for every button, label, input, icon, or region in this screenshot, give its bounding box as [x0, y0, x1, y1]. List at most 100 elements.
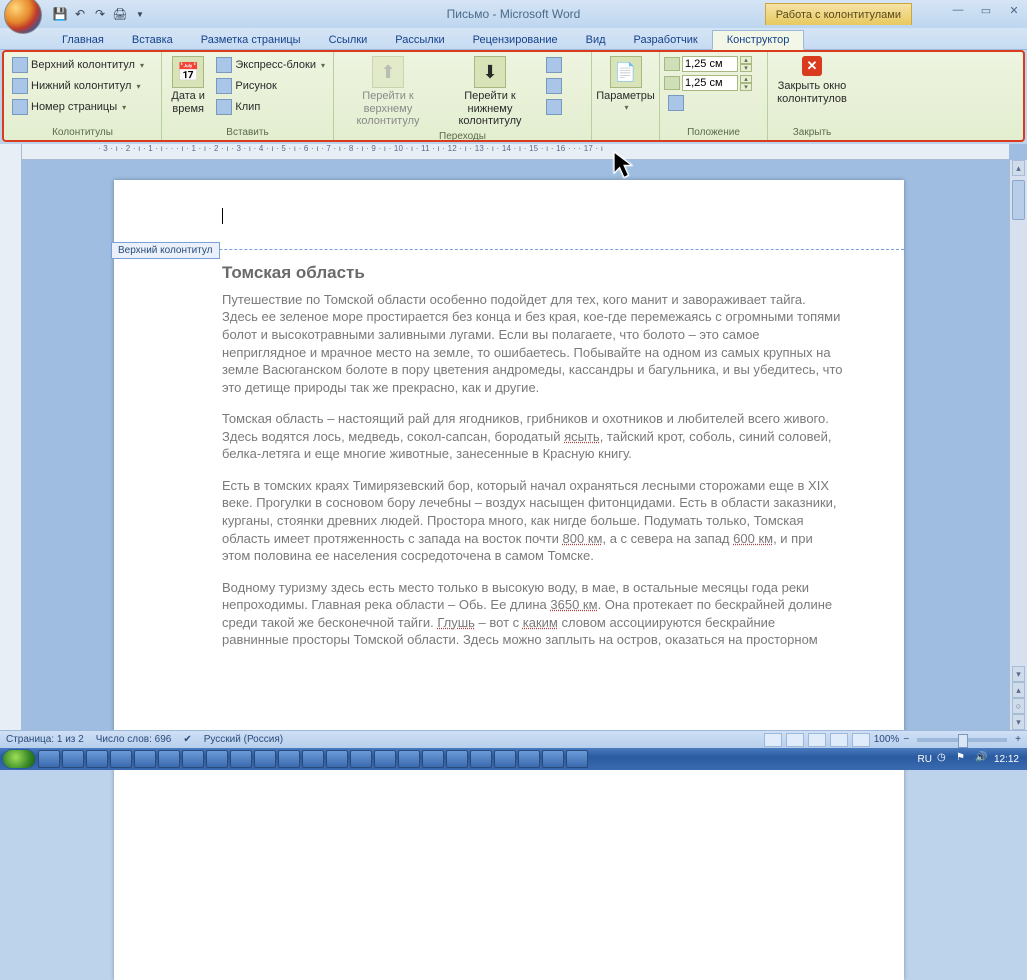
print-icon[interactable]: 🖨 — [112, 6, 128, 22]
quick-access-toolbar: 💾 ↶ ↷ 🖨 ▼ — [52, 6, 148, 22]
prev-section-icon — [546, 57, 562, 73]
spin-up[interactable]: ▴ — [740, 56, 752, 64]
taskbar-item[interactable] — [110, 750, 132, 768]
scroll-thumb[interactable] — [1012, 180, 1025, 220]
goto-header-button[interactable]: ⬆ Перейти к верхнему колонтитулу — [338, 54, 438, 130]
print-layout-view-button[interactable] — [764, 733, 782, 747]
header-from-top-input[interactable] — [682, 56, 738, 72]
vertical-scrollbar[interactable]: ▴ ▾ ▴ ○ ▾ — [1009, 160, 1027, 730]
taskbar-item[interactable] — [38, 750, 60, 768]
options-button[interactable]: 📄 Параметры ▾ — [596, 54, 656, 114]
taskbar-item[interactable] — [86, 750, 108, 768]
taskbar-item[interactable] — [182, 750, 204, 768]
title-bar: 💾 ↶ ↷ 🖨 ▼ Письмо - Microsoft Word Работа… — [0, 0, 1027, 28]
taskbar-item[interactable] — [494, 750, 516, 768]
datetime-button[interactable]: 📅 Дата и время — [166, 54, 210, 117]
tab-view[interactable]: Вид — [572, 31, 620, 49]
outline-view-button[interactable] — [830, 733, 848, 747]
draft-view-button[interactable] — [852, 733, 870, 747]
tab-design[interactable]: Конструктор — [712, 30, 805, 50]
taskbar-item[interactable] — [518, 750, 540, 768]
language-status[interactable]: Русский (Россия) — [204, 734, 283, 745]
undo-icon[interactable]: ↶ — [72, 6, 88, 22]
spin-down[interactable]: ▾ — [740, 64, 752, 72]
zoom-level[interactable]: 100% — [874, 734, 900, 745]
browse-object-icon[interactable]: ○ — [1012, 698, 1025, 714]
taskbar-item[interactable] — [542, 750, 564, 768]
taskbar-item[interactable] — [62, 750, 84, 768]
zoom-out-button[interactable]: − — [903, 734, 909, 745]
taskbar-item[interactable] — [206, 750, 228, 768]
start-button[interactable] — [2, 749, 36, 769]
chevron-down-icon: ▾ — [624, 103, 628, 112]
tray-icon[interactable]: ⚑ — [956, 752, 970, 766]
tab-mailings[interactable]: Рассылки — [381, 31, 458, 49]
taskbar-item[interactable] — [278, 750, 300, 768]
zoom-in-button[interactable]: + — [1015, 734, 1021, 745]
minimize-button[interactable]: — — [949, 4, 967, 17]
tray-icon[interactable]: ◷ — [937, 752, 951, 766]
tab-developer[interactable]: Разработчик — [620, 31, 712, 49]
web-layout-view-button[interactable] — [808, 733, 826, 747]
spin-up[interactable]: ▴ — [740, 75, 752, 83]
volume-icon[interactable]: 🔊 — [975, 752, 989, 766]
tab-home[interactable]: Главная — [48, 31, 118, 49]
taskbar-item[interactable] — [422, 750, 444, 768]
zoom-slider[interactable] — [917, 738, 1007, 742]
taskbar-item[interactable] — [254, 750, 276, 768]
tab-references[interactable]: Ссылки — [315, 31, 382, 49]
vertical-ruler[interactable] — [0, 144, 22, 730]
taskbar-item[interactable] — [302, 750, 324, 768]
taskbar-item[interactable] — [350, 750, 372, 768]
header-button[interactable]: Верхний колонтитул▾ — [8, 56, 148, 74]
link-previous-button[interactable] — [542, 98, 566, 116]
scroll-up-icon[interactable]: ▴ — [1012, 160, 1025, 176]
tray-lang[interactable]: RU — [918, 754, 932, 765]
footer-icon — [12, 78, 28, 94]
chevron-down-icon: ▾ — [136, 82, 140, 91]
quick-parts-button[interactable]: Экспресс-блоки▾ — [212, 56, 329, 74]
picture-button[interactable]: Рисунок — [212, 77, 329, 95]
close-header-button[interactable]: ✕ Закрыть окно колонтитулов — [772, 54, 852, 107]
tab-insert[interactable]: Вставка — [118, 31, 187, 49]
save-icon[interactable]: 💾 — [52, 6, 68, 22]
footer-button[interactable]: Нижний колонтитул▾ — [8, 77, 148, 95]
next-section-button[interactable] — [542, 77, 566, 95]
insert-alignment-tab-button[interactable] — [664, 94, 752, 112]
taskbar-item[interactable] — [134, 750, 156, 768]
options-icon: 📄 — [610, 56, 642, 88]
redo-icon[interactable]: ↷ — [92, 6, 108, 22]
spellcheck-icon[interactable]: ✔ — [183, 734, 191, 745]
spin-down[interactable]: ▾ — [740, 83, 752, 91]
header-region[interactable]: Верхний колонтитул — [114, 180, 904, 250]
chevron-down-icon: ▾ — [321, 61, 325, 70]
next-page-icon[interactable]: ▾ — [1012, 714, 1025, 730]
taskbar-item[interactable] — [398, 750, 420, 768]
taskbar-item[interactable] — [470, 750, 492, 768]
fullscreen-reading-view-button[interactable] — [786, 733, 804, 747]
tray-clock[interactable]: 12:12 — [994, 754, 1019, 765]
qat-dropdown-icon[interactable]: ▼ — [132, 6, 148, 22]
clipart-button[interactable]: Клип — [212, 98, 329, 116]
taskbar-item[interactable] — [566, 750, 588, 768]
doc-heading: Томская область — [222, 262, 844, 285]
maximize-button[interactable]: ▭ — [977, 4, 995, 17]
goto-footer-button[interactable]: ⬇ Перейти к нижнему колонтитулу — [440, 54, 540, 130]
page[interactable]: Верхний колонтитул Томская область Путеш… — [114, 180, 904, 980]
prev-section-button[interactable] — [542, 56, 566, 74]
page-number-icon — [12, 99, 28, 115]
taskbar-item[interactable] — [230, 750, 252, 768]
prev-page-icon[interactable]: ▴ — [1012, 682, 1025, 698]
taskbar-item[interactable] — [446, 750, 468, 768]
page-status[interactable]: Страница: 1 из 2 — [6, 734, 84, 745]
tab-page-layout[interactable]: Разметка страницы — [187, 31, 315, 49]
scroll-down-icon[interactable]: ▾ — [1012, 666, 1025, 682]
taskbar-item[interactable] — [326, 750, 348, 768]
tab-review[interactable]: Рецензирование — [459, 31, 572, 49]
page-number-button[interactable]: Номер страницы▾ — [8, 98, 148, 116]
close-button[interactable]: ✕ — [1005, 4, 1023, 17]
taskbar-item[interactable] — [158, 750, 180, 768]
word-count[interactable]: Число слов: 696 — [96, 734, 172, 745]
footer-from-bottom-input[interactable] — [682, 75, 738, 91]
taskbar-item[interactable] — [374, 750, 396, 768]
